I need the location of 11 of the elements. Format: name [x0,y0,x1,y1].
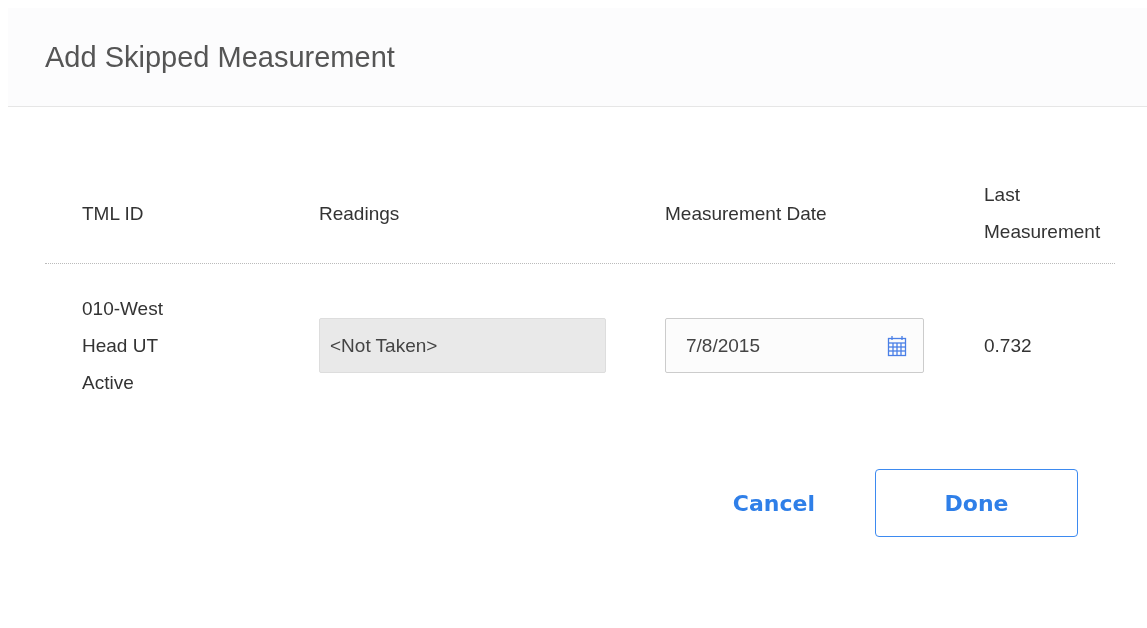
last-measurement-cell-text: 0.732 [984,334,1033,358]
done-button[interactable]: Done [875,469,1078,537]
column-header: Readings [319,201,401,226]
column-header: TML ID [82,201,145,226]
dialog-title: Add Skipped Measurement [45,40,395,74]
column-header: Last Measurement [984,183,1102,244]
cancel-button[interactable]: Cancel [720,482,827,524]
column-header: Measurement Date [665,201,828,226]
calendar-icon[interactable] [887,334,907,357]
date-field[interactable]: 7/8/2015 [665,318,924,373]
tml-id-cell-text: 010-West Head UT Active [82,297,164,395]
